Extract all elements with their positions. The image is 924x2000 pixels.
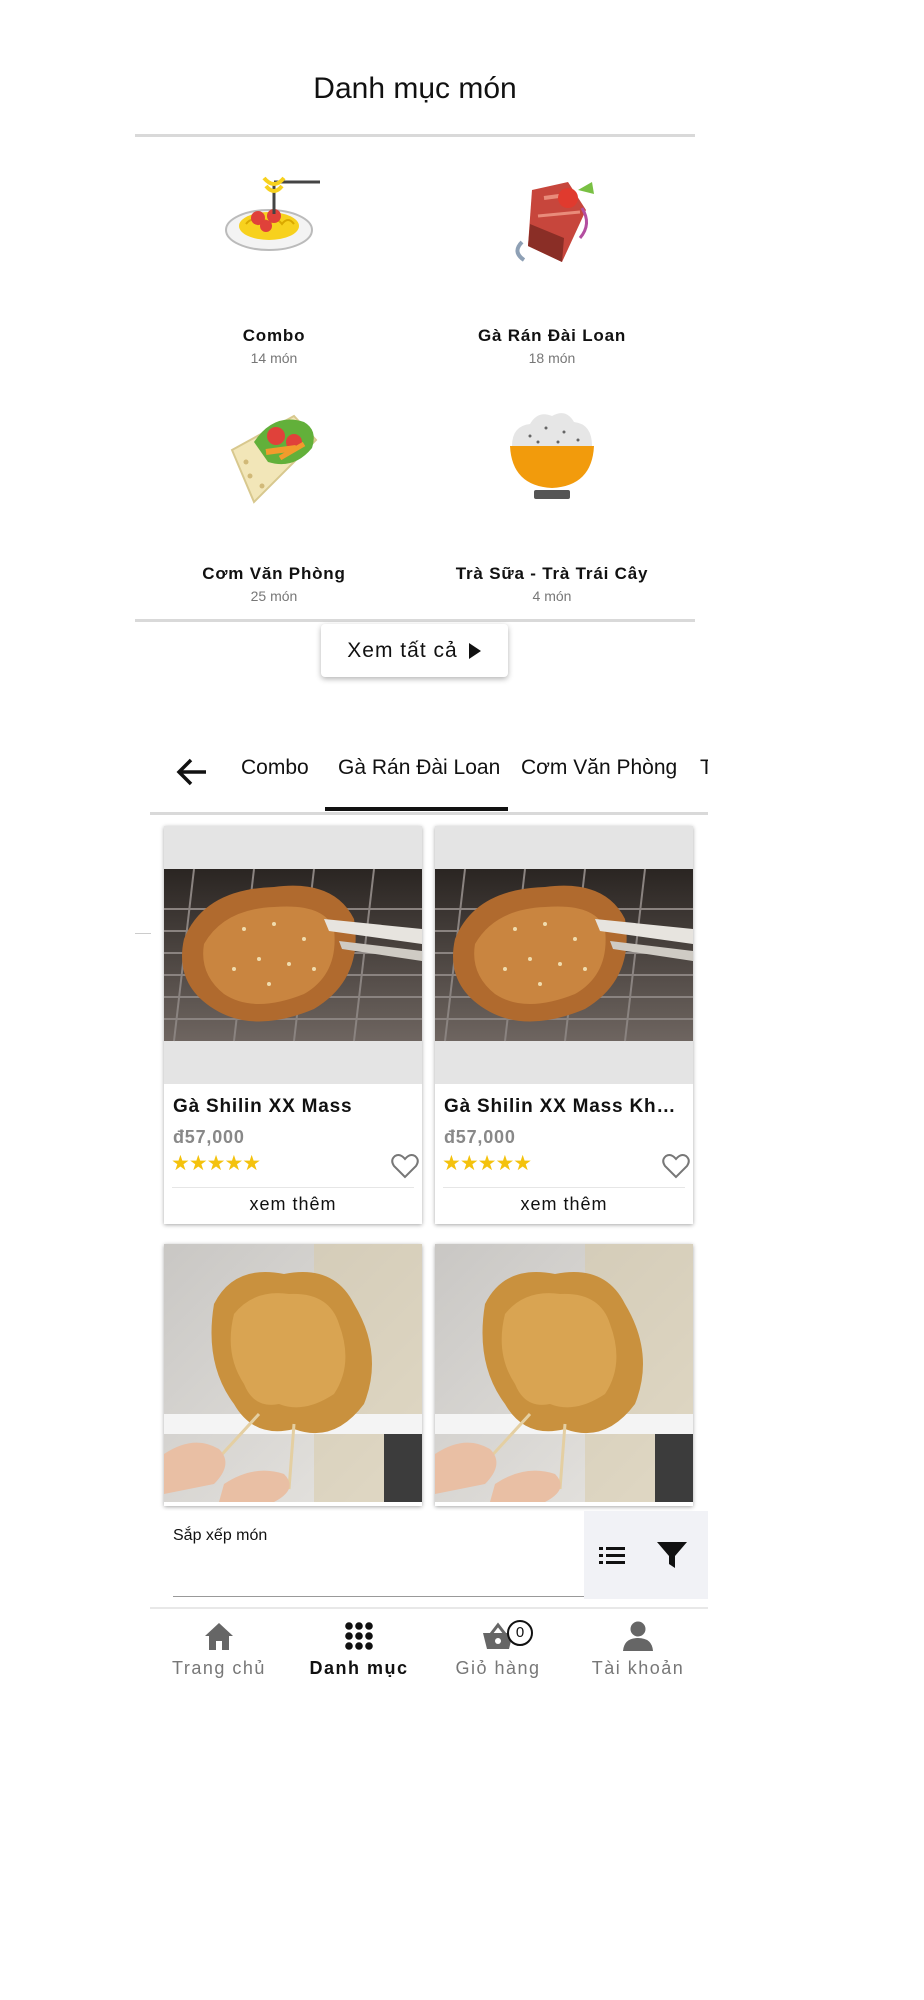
category-item-ga-ran-dai-loan[interactable]: Gà Rán Đài Loan 18 món (412, 168, 692, 366)
fried-chicken-on-stick-photo (435, 1244, 693, 1502)
category-count: 14 món (250, 350, 298, 366)
category-name: Trà Sữa - Trà Trái Cây (455, 564, 649, 583)
back-arrow-icon[interactable] (176, 757, 208, 787)
grid-icon (345, 1622, 373, 1650)
category-bottom-divider (135, 619, 695, 622)
product-image (164, 1244, 422, 1502)
nav-item-account[interactable]: Tài khoản (568, 1620, 708, 1679)
nav-label: Danh mục (309, 1658, 409, 1678)
category-count: 18 món (528, 350, 576, 366)
product-image (435, 1244, 693, 1502)
category-tabs: Combo Gà Rán Đài Loan Cơm Văn Phòng Trà … (150, 730, 708, 814)
tab-tra-sua[interactable]: Trà Sữa - Trà Trái Cây (700, 756, 708, 780)
tabs-divider (150, 812, 708, 815)
product-card[interactable]: Gà Shilin XX Mass Không Cay đ57,000 ★★★★… (435, 826, 693, 1224)
cart-count-badge: 0 (507, 1620, 533, 1646)
person-icon (623, 1621, 653, 1651)
bottom-nav-divider (150, 1607, 708, 1609)
meat-skewer-icon (515, 182, 594, 262)
see-all-button[interactable]: Xem tất cả (321, 624, 508, 677)
product-image (435, 826, 693, 1084)
tab-ga-ran-dai-loan[interactable]: Gà Rán Đài Loan (338, 756, 500, 780)
rice-bowl-icon (510, 413, 594, 499)
product-price: đ57,000 (173, 1127, 245, 1147)
product-card[interactable] (164, 1244, 422, 1506)
fried-chicken-on-grill-photo (435, 868, 693, 1042)
nav-label: Trang chủ (172, 1658, 266, 1678)
tab-com-van-phong[interactable]: Cơm Văn Phòng (521, 756, 677, 780)
category-item-com-van-phong[interactable]: Cơm Văn Phòng 25 món (134, 406, 414, 604)
see-more-button[interactable]: xem thêm (164, 1194, 422, 1215)
burrito-icon (230, 414, 318, 504)
sort-bar: Sắp xếp món (150, 1511, 708, 1599)
sort-label: Sắp xếp món (173, 1527, 268, 1544)
filter-icon[interactable] (656, 1540, 688, 1570)
spaghetti-icon (225, 176, 320, 251)
side-divider-mark (135, 933, 151, 934)
product-card[interactable]: Gà Shilin XX Mass đ57,000 ★★★★★ xem thêm (164, 826, 422, 1224)
list-icon[interactable] (597, 1543, 627, 1567)
card-divider (172, 1187, 414, 1188)
nav-item-cart[interactable]: 0 Giỏ hàng (428, 1620, 568, 1679)
see-more-button[interactable]: xem thêm (435, 1194, 693, 1215)
product-image (164, 826, 422, 1084)
sort-actions (584, 1511, 708, 1599)
category-title: Danh mục món (313, 72, 517, 105)
rating-stars: ★★★★★ (442, 1152, 532, 1175)
active-tab-indicator (325, 807, 508, 811)
play-arrow-icon (468, 642, 481, 659)
heart-icon[interactable] (662, 1153, 690, 1179)
sort-underline (173, 1596, 584, 1597)
fried-chicken-on-grill-photo (164, 868, 422, 1042)
category-count: 4 món (532, 588, 572, 604)
product-card[interactable] (435, 1244, 693, 1506)
nav-label: Giỏ hàng (455, 1658, 541, 1678)
product-price: đ57,000 (444, 1127, 516, 1147)
nav-item-home[interactable]: Trang chủ (149, 1620, 289, 1679)
category-name: Gà Rán Đài Loan (477, 326, 627, 345)
tab-combo[interactable]: Combo (241, 756, 309, 780)
nav-label: Tài khoản (591, 1658, 685, 1678)
category-top-divider (135, 134, 695, 137)
category-count: 25 món (250, 588, 298, 604)
sort-select[interactable]: Sắp xếp món (173, 1511, 584, 1599)
nav-item-category[interactable]: Danh mục (289, 1620, 429, 1679)
fried-chicken-on-stick-photo (164, 1244, 422, 1502)
category-name: Cơm Văn Phòng (202, 564, 346, 583)
category-item-tra-sua[interactable]: Trà Sữa - Trà Trái Cây 4 món (412, 406, 692, 604)
rating-stars: ★★★★★ (171, 1152, 261, 1175)
see-all-label: Xem tất cả (347, 638, 458, 662)
home-icon (205, 1623, 233, 1650)
product-name: Gà Shilin XX Mass Không Cay (444, 1096, 684, 1117)
category-item-combo[interactable]: Combo 14 món (134, 168, 414, 366)
category-name: Combo (242, 326, 306, 345)
heart-icon[interactable] (391, 1153, 419, 1179)
product-name: Gà Shilin XX Mass (173, 1096, 353, 1117)
card-divider (443, 1187, 685, 1188)
